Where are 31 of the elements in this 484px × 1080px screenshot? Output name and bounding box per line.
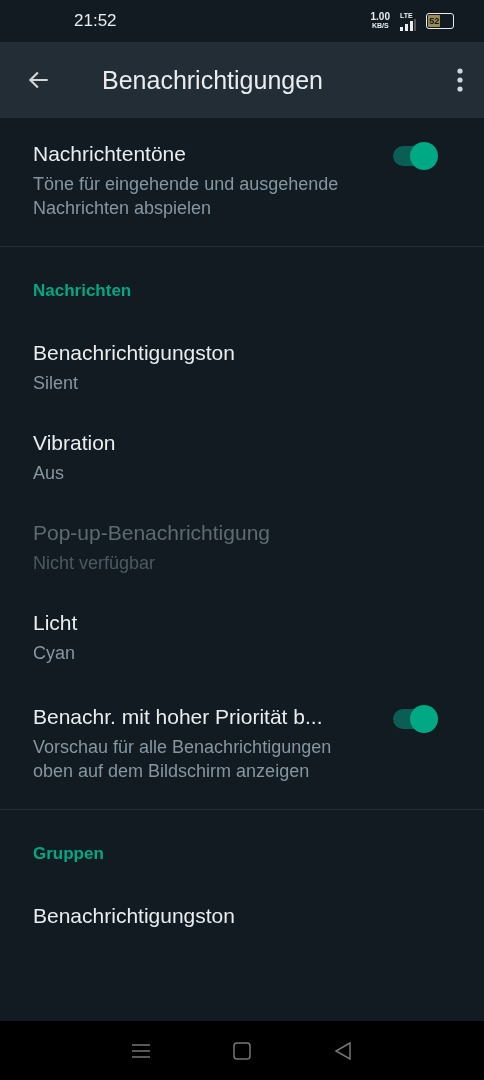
item-title: Benachr. mit hoher Priorität b...: [33, 705, 324, 729]
item-title: Pop-up-Benachrichtigung: [33, 521, 271, 545]
status-time: 21:52: [74, 11, 118, 31]
item-title: Vibration: [33, 431, 117, 455]
settings-item[interactable]: Benachrichtigungston: [0, 884, 484, 944]
section-header: Gruppen: [32, 843, 105, 865]
home-button[interactable]: [231, 1039, 253, 1062]
section-header: Nachrichten: [32, 280, 133, 302]
item-subtitle: Töne für eingehende und ausgehende Nachrichten abspielen: [33, 173, 340, 220]
signal-icon: [400, 18, 416, 31]
settings-item[interactable]: Benachrichtigungston Silent: [0, 321, 484, 411]
menu-icon: [456, 67, 464, 93]
back-triangle-icon: [334, 1041, 353, 1060]
item-title: Benachrichtigungston: [33, 904, 236, 928]
settings-item[interactable]: Licht Cyan: [0, 591, 484, 681]
settings-item[interactable]: Vibration Aus: [0, 411, 484, 501]
battery-icon: 52: [426, 13, 454, 29]
settings-item[interactable]: Nachrichtentöne Töne für eingehende und ausgehende Nachrichten abspielen: [0, 118, 484, 230]
menu-button[interactable]: [454, 65, 466, 95]
recents-icon: [131, 1042, 150, 1059]
item-subtitle: Aus: [33, 462, 66, 485]
item-subtitle: Silent: [33, 372, 80, 395]
window-title: Benachrichtigungen: [102, 65, 324, 95]
item-title: Licht: [33, 611, 79, 635]
settings-item[interactable]: Benachr. mit hoher Priorität b... Vorschau für alle Benachrichtigungen oben auf dem Bildschirm anzeigen: [0, 681, 484, 793]
item-subtitle: Cyan: [33, 642, 77, 665]
home-icon: [233, 1041, 251, 1060]
item-subtitle: Nicht verfügbar: [33, 552, 157, 575]
item-title: Benachrichtigungston: [33, 341, 236, 365]
item-subtitle: Vorschau für alle Benachrichtigungen oben auf dem Bildschirm anzeigen: [33, 736, 333, 783]
item-title: Nachrichtentöne: [33, 142, 187, 166]
